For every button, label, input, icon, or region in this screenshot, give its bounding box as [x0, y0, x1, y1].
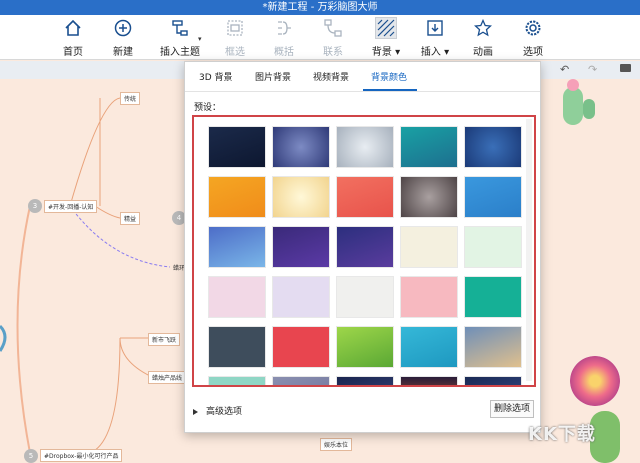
color-swatch[interactable] — [464, 176, 522, 218]
background-tabs: 3D 背景 图片背景 视频背景 背景颜色 — [185, 62, 540, 92]
color-swatch[interactable] — [208, 176, 266, 218]
preset-label: 预设： — [194, 103, 222, 113]
color-swatch[interactable] — [208, 226, 266, 268]
summary-icon — [273, 17, 295, 39]
watermark: KK下载 — [528, 424, 596, 445]
color-swatch[interactable] — [400, 126, 458, 168]
mindmap-node[interactable]: 蜡烛产品线 — [148, 371, 187, 384]
mindmap-node[interactable]: 传统 — [120, 92, 141, 105]
cactus-illustration — [553, 79, 603, 129]
node-number-badge: 5 — [24, 449, 38, 463]
star-icon — [472, 17, 494, 39]
tab-image-background[interactable]: 图片背景 — [255, 70, 291, 83]
relation-button[interactable]: 联系 — [320, 17, 346, 59]
insert-topic-dropdown-arrow[interactable]: ▾ — [198, 35, 202, 43]
color-swatch[interactable] — [336, 126, 394, 168]
background-settings-panel: 3D 背景 图片背景 视频背景 背景颜色 预设： 高级选项 删除选项 — [184, 61, 541, 433]
frame-select-button[interactable]: 框选 — [222, 17, 248, 59]
color-swatch[interactable] — [400, 226, 458, 268]
color-swatch[interactable] — [336, 276, 394, 318]
color-swatch[interactable] — [208, 126, 266, 168]
color-swatch[interactable] — [272, 376, 330, 385]
tab-video-background[interactable]: 视频背景 — [313, 70, 349, 83]
flower-illustration — [565, 351, 625, 411]
color-swatch[interactable] — [336, 376, 394, 385]
gear-icon — [522, 17, 544, 39]
options-button[interactable]: 选项 — [520, 17, 546, 59]
color-swatch[interactable] — [272, 226, 330, 268]
color-swatch[interactable] — [464, 326, 522, 368]
new-button[interactable]: 新建 — [108, 17, 138, 59]
color-swatch[interactable] — [464, 226, 522, 268]
window-title-bar: *新建工程 - 万彩脑图大师 — [0, 0, 640, 15]
color-swatch[interactable] — [464, 376, 522, 385]
mindmap-node[interactable]: 精益 — [120, 212, 141, 225]
insert-icon — [424, 17, 446, 39]
mindmap-node[interactable]: #开发-回播-认知 — [44, 200, 98, 213]
topic-icon — [169, 17, 191, 39]
color-swatch[interactable] — [208, 376, 266, 385]
color-swatch[interactable] — [208, 276, 266, 318]
color-swatch[interactable] — [464, 276, 522, 318]
color-swatch[interactable] — [272, 126, 330, 168]
main-toolbar: 首页 新建 插入主题 ▾ 框选 概括 联系 背景 ▾ 插入 ▾ 动画 选项 — [0, 15, 640, 60]
active-tab-indicator — [363, 89, 417, 91]
color-swatch[interactable] — [336, 326, 394, 368]
tab-background-color[interactable]: 背景颜色 — [371, 70, 407, 83]
expand-triangle-icon — [193, 408, 198, 415]
color-swatch[interactable] — [400, 376, 458, 385]
color-swatch[interactable] — [272, 326, 330, 368]
tab-3d-background[interactable]: 3D 背景 — [199, 70, 233, 83]
advanced-options-toggle[interactable]: 高级选项 — [193, 404, 242, 417]
preset-scrollbar[interactable] — [526, 119, 532, 381]
mindmap-node[interactable]: 娱乐本位 — [320, 438, 353, 451]
color-swatch[interactable] — [400, 176, 458, 218]
color-swatch[interactable] — [400, 276, 458, 318]
frame-select-icon — [224, 17, 246, 39]
background-icon — [375, 17, 397, 39]
delete-option-button[interactable]: 删除选项 — [490, 400, 534, 418]
home-button[interactable]: 首页 — [58, 17, 88, 59]
node-number-badge: 3 — [28, 199, 42, 213]
insert-button[interactable]: 插入 ▾ — [420, 17, 450, 59]
background-button[interactable]: 背景 ▾ — [368, 17, 404, 59]
home-icon — [62, 17, 84, 39]
color-preset-grid — [192, 115, 536, 387]
mindmap-node[interactable]: 新市飞跃 — [148, 333, 181, 346]
window-title: *新建工程 - 万彩脑图大师 — [262, 2, 378, 13]
relation-icon — [322, 17, 344, 39]
color-swatch[interactable] — [336, 176, 394, 218]
mindmap-node[interactable]: #Dropbox-最小化可行产品 — [40, 449, 123, 462]
animation-button[interactable]: 动画 — [470, 17, 496, 59]
color-swatch[interactable] — [400, 326, 458, 368]
color-swatch[interactable] — [464, 126, 522, 168]
summary-button[interactable]: 概括 — [271, 17, 297, 59]
color-swatch[interactable] — [272, 176, 330, 218]
color-swatch[interactable] — [272, 276, 330, 318]
color-swatch[interactable] — [336, 226, 394, 268]
add-icon — [112, 17, 134, 39]
color-swatch[interactable] — [208, 326, 266, 368]
